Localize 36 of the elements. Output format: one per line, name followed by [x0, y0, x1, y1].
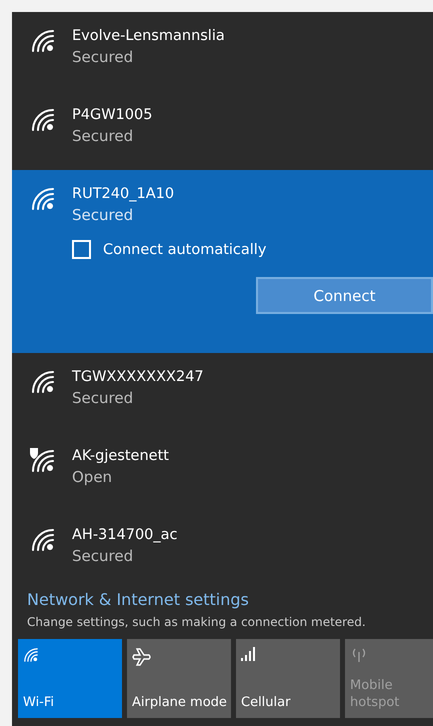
wifi-icon: [30, 28, 56, 54]
network-item[interactable]: TGWXXXXXXX247 Secured: [12, 353, 433, 432]
hotspot-icon: [350, 647, 368, 663]
checkbox[interactable]: [72, 240, 91, 259]
network-status: Secured: [72, 547, 134, 565]
settings-description: Change settings, such as making a connection metered.: [27, 615, 367, 629]
network-item[interactable]: P4GW1005 Secured: [12, 91, 433, 170]
signal-bars-icon: [241, 647, 257, 661]
network-item[interactable]: AH-314700_ac Secured: [12, 511, 433, 590]
settings-link[interactable]: Network & Internet settings: [27, 590, 433, 609]
network-name: Evolve-Lensmannslia: [72, 28, 225, 44]
network-name: AK-gjestenett: [72, 448, 169, 464]
wifi-icon: [23, 647, 39, 663]
network-status: Open: [72, 468, 114, 486]
checkbox-label: Connect automatically: [103, 242, 266, 258]
network-status: Secured: [72, 48, 134, 66]
network-status: Secured: [72, 389, 134, 407]
airplane-icon: [132, 647, 152, 667]
wifi-icon: [30, 107, 56, 133]
network-name: RUT240_1A10: [72, 186, 174, 202]
network-item[interactable]: Evolve-Lensmannslia Secured: [12, 12, 433, 91]
wifi-icon: [30, 369, 56, 395]
wifi-shield-icon: [30, 448, 56, 474]
connect-button[interactable]: Connect: [256, 277, 433, 314]
network-status: Secured: [72, 127, 134, 145]
quick-action-tile[interactable]: Cellular: [236, 639, 340, 718]
network-item[interactable]: RUT240_1A10 Secured Connect automatically Connect: [12, 170, 433, 353]
network-name: AH-314700_ac: [72, 527, 178, 543]
network-name: P4GW1005: [72, 107, 152, 123]
network-status: Secured: [72, 206, 134, 224]
quick-action-tile[interactable]: Wi-Fi: [18, 639, 122, 718]
wifi-icon: [30, 186, 56, 212]
network-item[interactable]: AK-gjestenett Open: [12, 432, 433, 511]
wifi-icon: [30, 527, 56, 553]
quick-action-tile[interactable]: Airplane mode: [127, 639, 231, 718]
network-name: TGWXXXXXXX247: [72, 369, 204, 385]
